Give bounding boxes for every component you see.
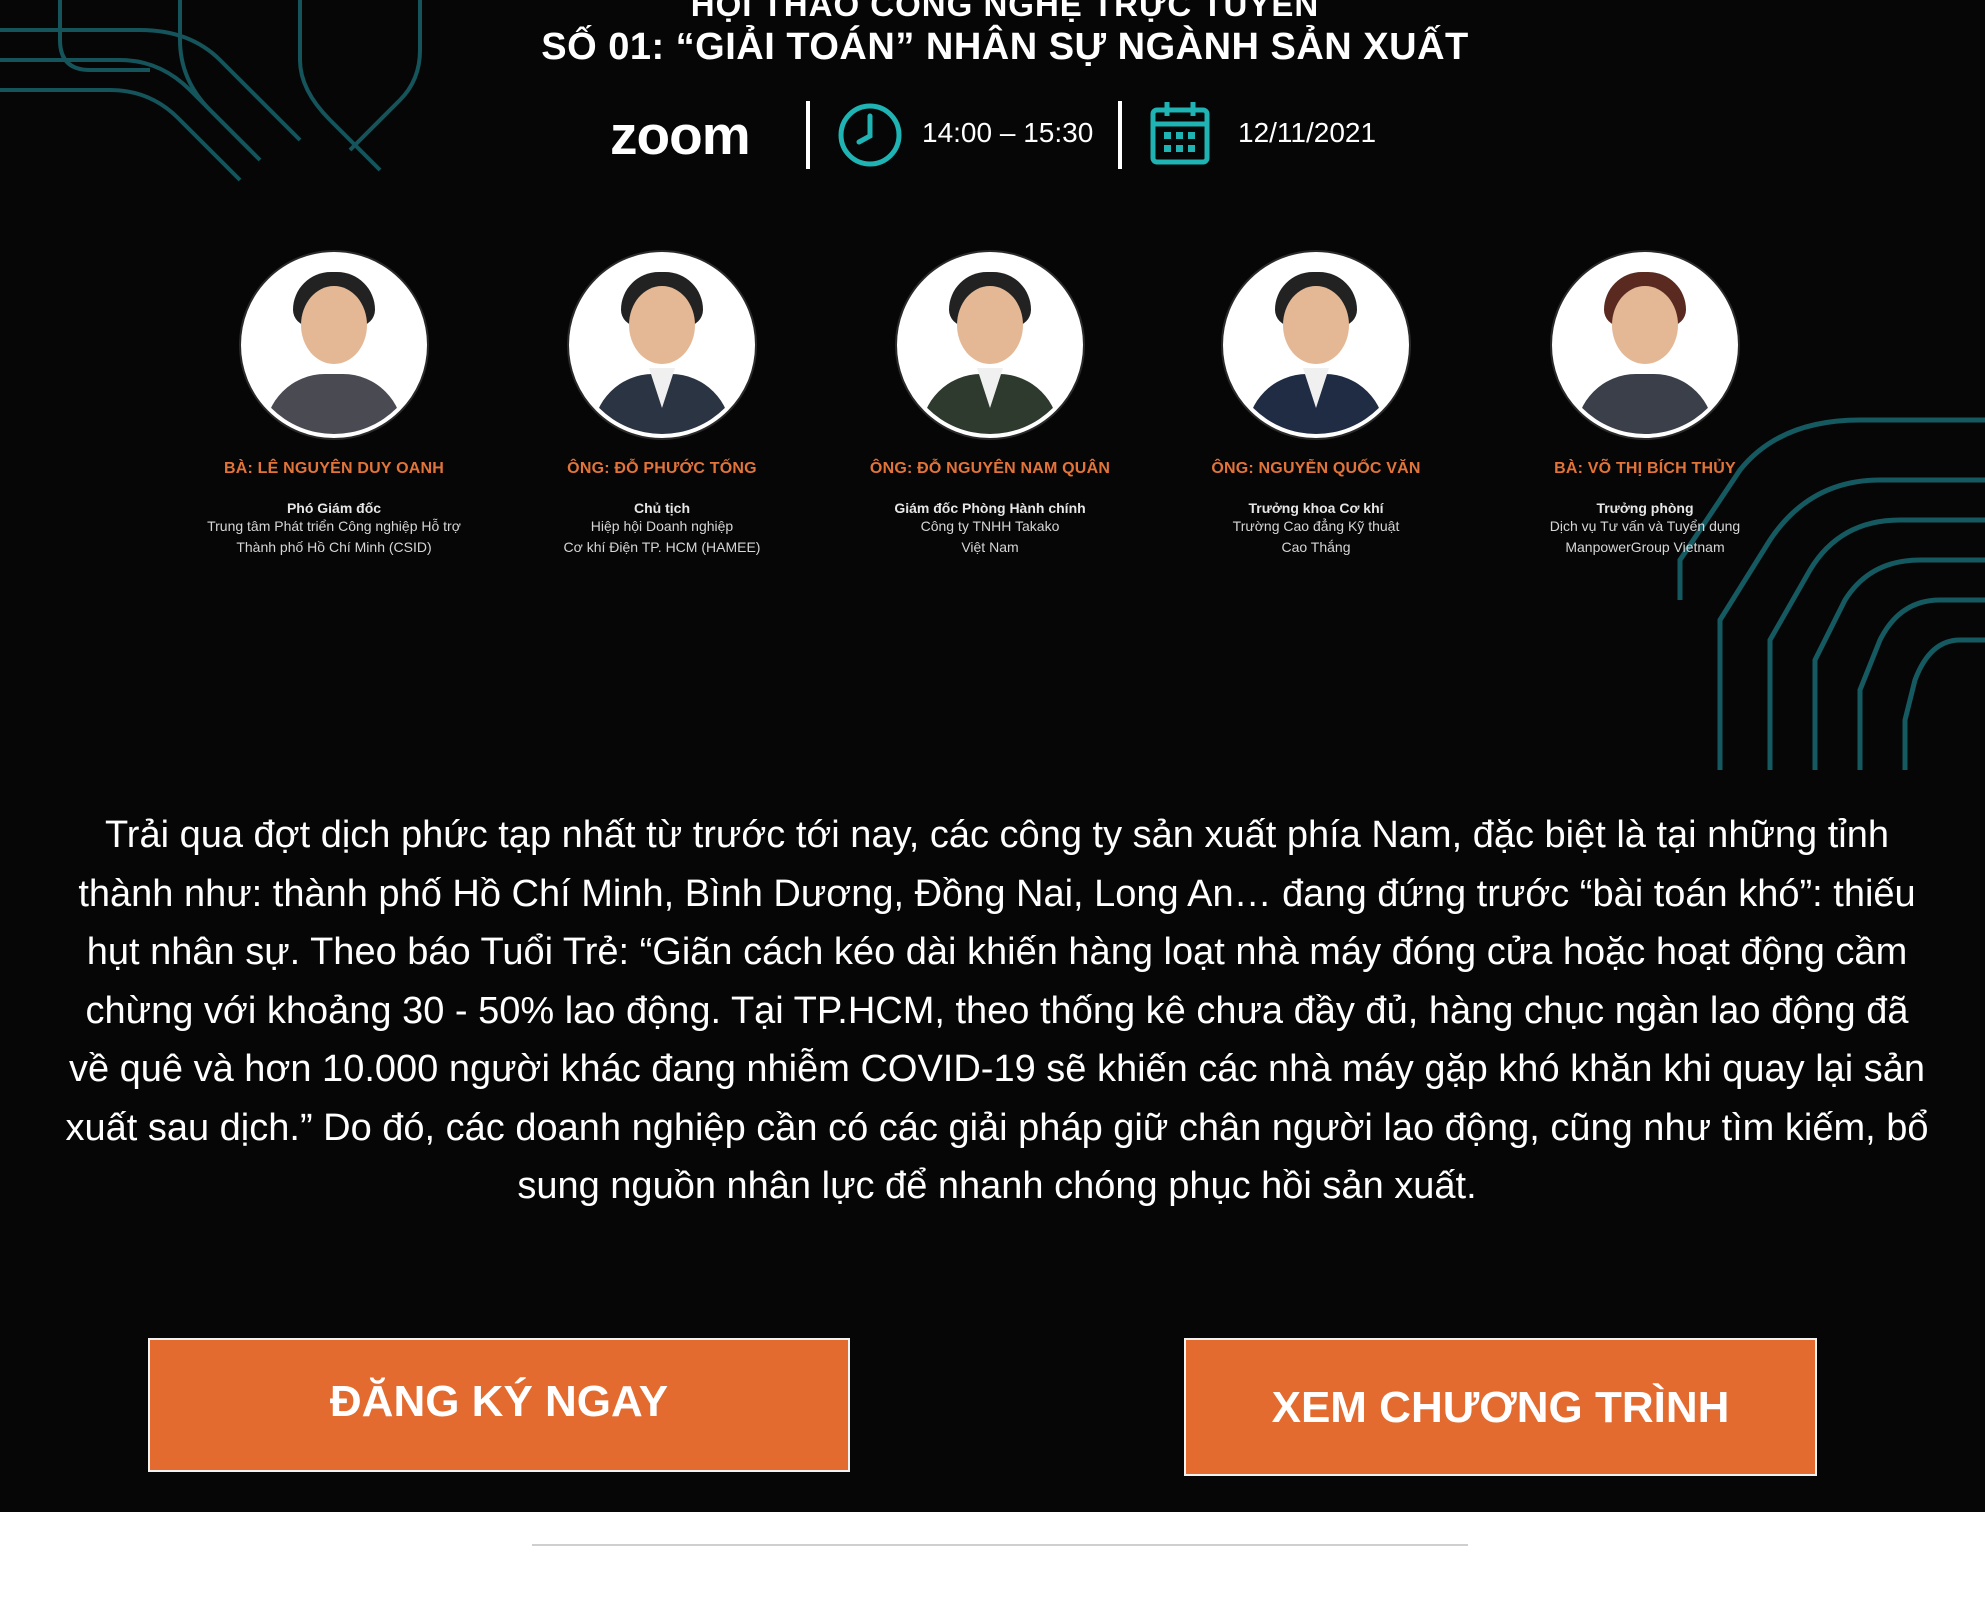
speaker-role: Chủ tịch: [634, 500, 690, 516]
speaker-role: Giám đốc Phòng Hành chính: [894, 500, 1086, 516]
speaker-card: ÔNG: NGUYỄN QUỐC VĂN Trưởng khoa Cơ khí …: [1146, 252, 1486, 558]
speaker-role: Trưởng phòng: [1596, 500, 1694, 516]
view-program-button[interactable]: XEM CHƯƠNG TRÌNH: [1184, 1338, 1817, 1476]
clock-icon: [838, 103, 902, 167]
speaker-card: BÀ: LÊ NGUYÊN DUY OANH Phó Giám đốc Trun…: [164, 252, 504, 558]
speaker-org: ManpowerGroup Vietnam: [1565, 539, 1725, 555]
speaker-card: ÔNG: ĐỖ PHƯỚC TỐNG Chủ tịch Hiệp hội Doa…: [492, 252, 832, 558]
divider: [1118, 101, 1122, 169]
speaker-name: ÔNG: ĐỖ PHƯỚC TỐNG: [567, 460, 757, 477]
event-kicker: HỘI THẢO CÔNG NGHỆ TRỰC TUYẾN: [690, 0, 1320, 23]
speaker-org: Công ty TNHH Takako: [920, 518, 1060, 534]
speaker-name: ÔNG: ĐỖ NGUYÊN NAM QUÂN: [869, 460, 1111, 477]
speaker-role: Trưởng khoa Cơ khí: [1248, 500, 1384, 516]
avatar: [897, 252, 1083, 438]
speaker-name: BÀ: VÕ THỊ BÍCH THỦY: [1554, 460, 1736, 477]
avatar: [1552, 252, 1738, 438]
intro-paragraph: Trải qua đợt dịch phức tạp nhất từ trước…: [65, 814, 1929, 1207]
event-info-row: zoom 14:00 – 15:30 12/11/2021: [0, 95, 1985, 175]
speaker-org: Trường Cao đẳng Kỹ thuật: [1232, 518, 1400, 534]
footer-divider: [532, 1544, 1468, 1546]
avatar: [569, 252, 755, 438]
speaker-org: Việt Nam: [961, 539, 1019, 555]
speaker-role: Phó Giám đốc: [286, 500, 382, 516]
divider: [806, 101, 810, 169]
speaker-name: BÀ: LÊ NGUYÊN DUY OANH: [223, 460, 445, 477]
speaker-org: Dịch vụ Tư vấn và Tuyển dụng: [1549, 518, 1741, 534]
event-title: SỐ 01: “GIẢI TOÁN” NHÂN SỰ NGÀNH SẢN XUẤ…: [541, 26, 1469, 68]
speaker-name: ÔNG: NGUYỄN QUỐC VĂN: [1211, 460, 1421, 477]
register-now-button[interactable]: ĐĂNG KÝ NGAY: [148, 1338, 850, 1472]
avatar: [1223, 252, 1409, 438]
avatar: [241, 252, 427, 438]
speaker-org: Thành phố Hồ Chí Minh (CSID): [236, 539, 432, 555]
event-date: 12/11/2021: [1238, 117, 1377, 148]
event-banner: HỘI THẢO CÔNG NGHỆ TRỰC TUYẾN SỐ 01: “GI…: [0, 0, 1985, 1512]
event-time: 14:00 – 15:30: [922, 117, 1094, 148]
speaker-org: Cao Thắng: [1281, 539, 1351, 555]
speaker-card: BÀ: VÕ THỊ BÍCH THỦY Trưởng phòng Dịch v…: [1475, 252, 1815, 558]
speaker-org: Cơ khí Điện TP. HCM (HAMEE): [563, 539, 761, 555]
speaker-org: Hiệp hội Doanh nghiệp: [590, 518, 734, 534]
speaker-card: ÔNG: ĐỖ NGUYÊN NAM QUÂN Giám đốc Phòng H…: [820, 252, 1160, 558]
speaker-org: Trung tâm Phát triển Công nghiệp Hỗ trợ: [207, 518, 461, 534]
zoom-logo: zoom: [610, 104, 751, 166]
calendar-icon: [1150, 102, 1210, 165]
